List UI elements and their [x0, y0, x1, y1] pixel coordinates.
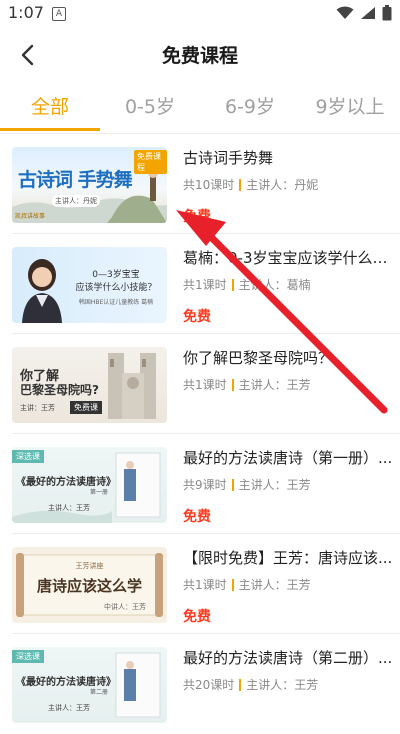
- free-badge: 免费课程: [134, 150, 167, 174]
- tab-9-plus[interactable]: 9岁以上: [300, 92, 400, 119]
- course-title: 你了解巴黎圣母院吗？: [183, 349, 334, 367]
- course-item[interactable]: 你了解 巴黎圣母院吗? 主讲：王芳 免费课 你了解巴黎圣母院吗？ 共1课时 主讲…: [0, 334, 400, 434]
- meta-separator: [231, 378, 234, 391]
- notification-icon: A: [52, 7, 66, 21]
- course-meta: 共20课时 主讲人：王芳: [183, 676, 393, 693]
- badge: 深选课: [12, 450, 44, 463]
- course-info: 最好的方法读唐诗（第一册）... 共9课时 主讲人：王芳: [183, 447, 393, 493]
- course-title: 最好的方法读唐诗（第二册）...: [183, 649, 393, 667]
- status-bar: 1:07 A: [0, 0, 400, 28]
- lesson-count: 共9课时: [183, 478, 227, 492]
- course-info: 葛楠：0-3岁宝宝应该学什么小... 共1课时 主讲人：葛楠: [183, 247, 393, 293]
- age-tabs: 全部 0-5岁 6-9岁 9岁以上: [0, 84, 400, 134]
- course-title: 葛楠：0-3岁宝宝应该学什么小...: [183, 249, 393, 267]
- meta-separator: [239, 678, 242, 691]
- course-title: 古诗词手势舞: [183, 149, 274, 167]
- course-item[interactable]: 深选课 《最好的方法读唐诗》 第二册 主讲人：王芳 最好的方法读唐诗（第二册）.…: [0, 634, 400, 734]
- thumbnail-caption: 韩国HBE认证儿童教练 葛楠: [78, 299, 154, 306]
- course-meta: 共1课时 主讲人：葛楠: [183, 276, 393, 293]
- page-title: 免费课程: [161, 45, 238, 67]
- tab-0-5[interactable]: 0-5岁: [100, 92, 200, 119]
- course-meta: 共1课时 主讲人：王芳: [183, 576, 393, 593]
- tab-6-9[interactable]: 6-9岁: [200, 92, 300, 119]
- course-item[interactable]: 王芳讲座 唐诗应该这么学 中讲人：王芳 【限时免费】王芳：唐诗应该... 共1课…: [0, 534, 400, 634]
- price-label: 免费: [183, 309, 211, 325]
- course-item[interactable]: 免费课程 古诗词 手势舞 主讲人：丹妮 凯叔讲故事 古诗词手势舞 共10课时 主…: [0, 134, 400, 234]
- course-info: 你了解巴黎圣母院吗？ 共1课时 主讲人：王芳: [183, 347, 393, 393]
- thumbnail-line2: 巴黎圣母院吗?: [20, 383, 99, 397]
- course-meta: 共10课时 主讲人：丹妮: [183, 176, 393, 193]
- status-icons: [336, 5, 392, 21]
- course-title: 【限时免费】王芳：唐诗应该...: [183, 549, 393, 567]
- course-info: 最好的方法读唐诗（第二册）... 共20课时 主讲人：王芳: [183, 647, 393, 693]
- thumbnail-speaker: 主讲人：王芳: [48, 504, 90, 512]
- battery-icon: [382, 5, 392, 21]
- teacher-name: 主讲人：王芳: [238, 478, 311, 492]
- meta-separator: [239, 178, 242, 191]
- nav-bar: 免费课程: [0, 28, 400, 80]
- active-tab-indicator: [0, 128, 100, 131]
- brand-logo: 凯叔讲故事: [15, 213, 46, 220]
- teacher-name: 主讲人：葛楠: [238, 278, 311, 292]
- price-label: 免费: [183, 509, 211, 525]
- lesson-count: 共20课时: [183, 678, 235, 692]
- course-info: 【限时免费】王芳：唐诗应该... 共1课时 主讲人：王芳: [183, 547, 393, 593]
- course-meta: 共1课时 主讲人：王芳: [183, 376, 393, 393]
- lesson-count: 共10课时: [183, 178, 235, 192]
- course-thumbnail: 深选课 《最好的方法读唐诗》 第二册 主讲人：王芳: [12, 647, 167, 723]
- price-label: 免费: [183, 609, 211, 625]
- teacher-name: 主讲人：王芳: [238, 578, 311, 592]
- meta-separator: [231, 278, 234, 291]
- course-thumbnail: 免费课程 古诗词 手势舞 主讲人：丹妮 凯叔讲故事: [12, 147, 167, 223]
- status-time: 1:07: [8, 3, 44, 22]
- thumbnail-speaker: 主讲人：王芳: [48, 704, 90, 712]
- course-title: 最好的方法读唐诗（第一册）...: [183, 449, 393, 467]
- course-item[interactable]: 深选课 《最好的方法读唐诗》 第一册 主讲人：王芳 最好的方法读唐诗（第一册）.…: [0, 434, 400, 534]
- thumbnail-speaker: 主讲人：丹妮: [52, 195, 100, 207]
- meta-separator: [231, 478, 234, 491]
- wifi-icon: [336, 6, 354, 19]
- price-label: 免费: [183, 209, 211, 225]
- lesson-count: 共1课时: [183, 378, 227, 392]
- tab-all[interactable]: 全部: [0, 92, 100, 119]
- course-thumbnail: 0—3岁宝宝 应该学什么小技能？ 韩国HBE认证儿童教练 葛楠: [12, 247, 167, 323]
- course-thumbnail: 你了解 巴黎圣母院吗? 主讲：王芳 免费课: [12, 347, 167, 423]
- thumbnail-headline: 《最好的方法读唐诗》: [16, 477, 116, 488]
- thumbnail-headline: 《最好的方法读唐诗》: [16, 677, 116, 688]
- thumbnail-line2: 应该学什么小技能？: [75, 283, 157, 293]
- teacher-name: 主讲人：王芳: [238, 378, 311, 392]
- thumbnail-headline: 唐诗应该这么学: [36, 577, 142, 595]
- lesson-count: 共1课时: [183, 578, 227, 592]
- thumbnail-sub: 第二册: [90, 689, 109, 696]
- signal-icon: [361, 7, 375, 19]
- badge: 深选课: [12, 650, 44, 663]
- thumbnail-sub: 第一册: [90, 489, 109, 496]
- teacher-name: 主讲人：王芳: [246, 678, 319, 692]
- meta-separator: [231, 578, 234, 591]
- course-info: 古诗词手势舞 共10课时 主讲人：丹妮: [183, 147, 393, 193]
- thumbnail-speaker: 主讲：王芳: [20, 404, 55, 412]
- free-badge: 免费课: [70, 401, 102, 414]
- thumbnail-speaker: 中讲人：王芳: [104, 603, 146, 611]
- course-item[interactable]: 0—3岁宝宝 应该学什么小技能？ 韩国HBE认证儿童教练 葛楠 葛楠：0-3岁宝…: [0, 234, 400, 334]
- thumbnail-line1: 0—3岁宝宝: [92, 270, 140, 280]
- course-thumbnail: 王芳讲座 唐诗应该这么学 中讲人：王芳: [12, 547, 167, 623]
- lesson-count: 共1课时: [183, 278, 227, 292]
- course-thumbnail: 深选课 《最好的方法读唐诗》 第一册 主讲人：王芳: [12, 447, 167, 523]
- thumbnail-headline: 古诗词 手势舞: [18, 169, 133, 191]
- teacher-name: 主讲人：丹妮: [246, 178, 319, 192]
- course-meta: 共9课时 主讲人：王芳: [183, 476, 393, 493]
- thumbnail-top: 王芳讲座: [75, 562, 104, 570]
